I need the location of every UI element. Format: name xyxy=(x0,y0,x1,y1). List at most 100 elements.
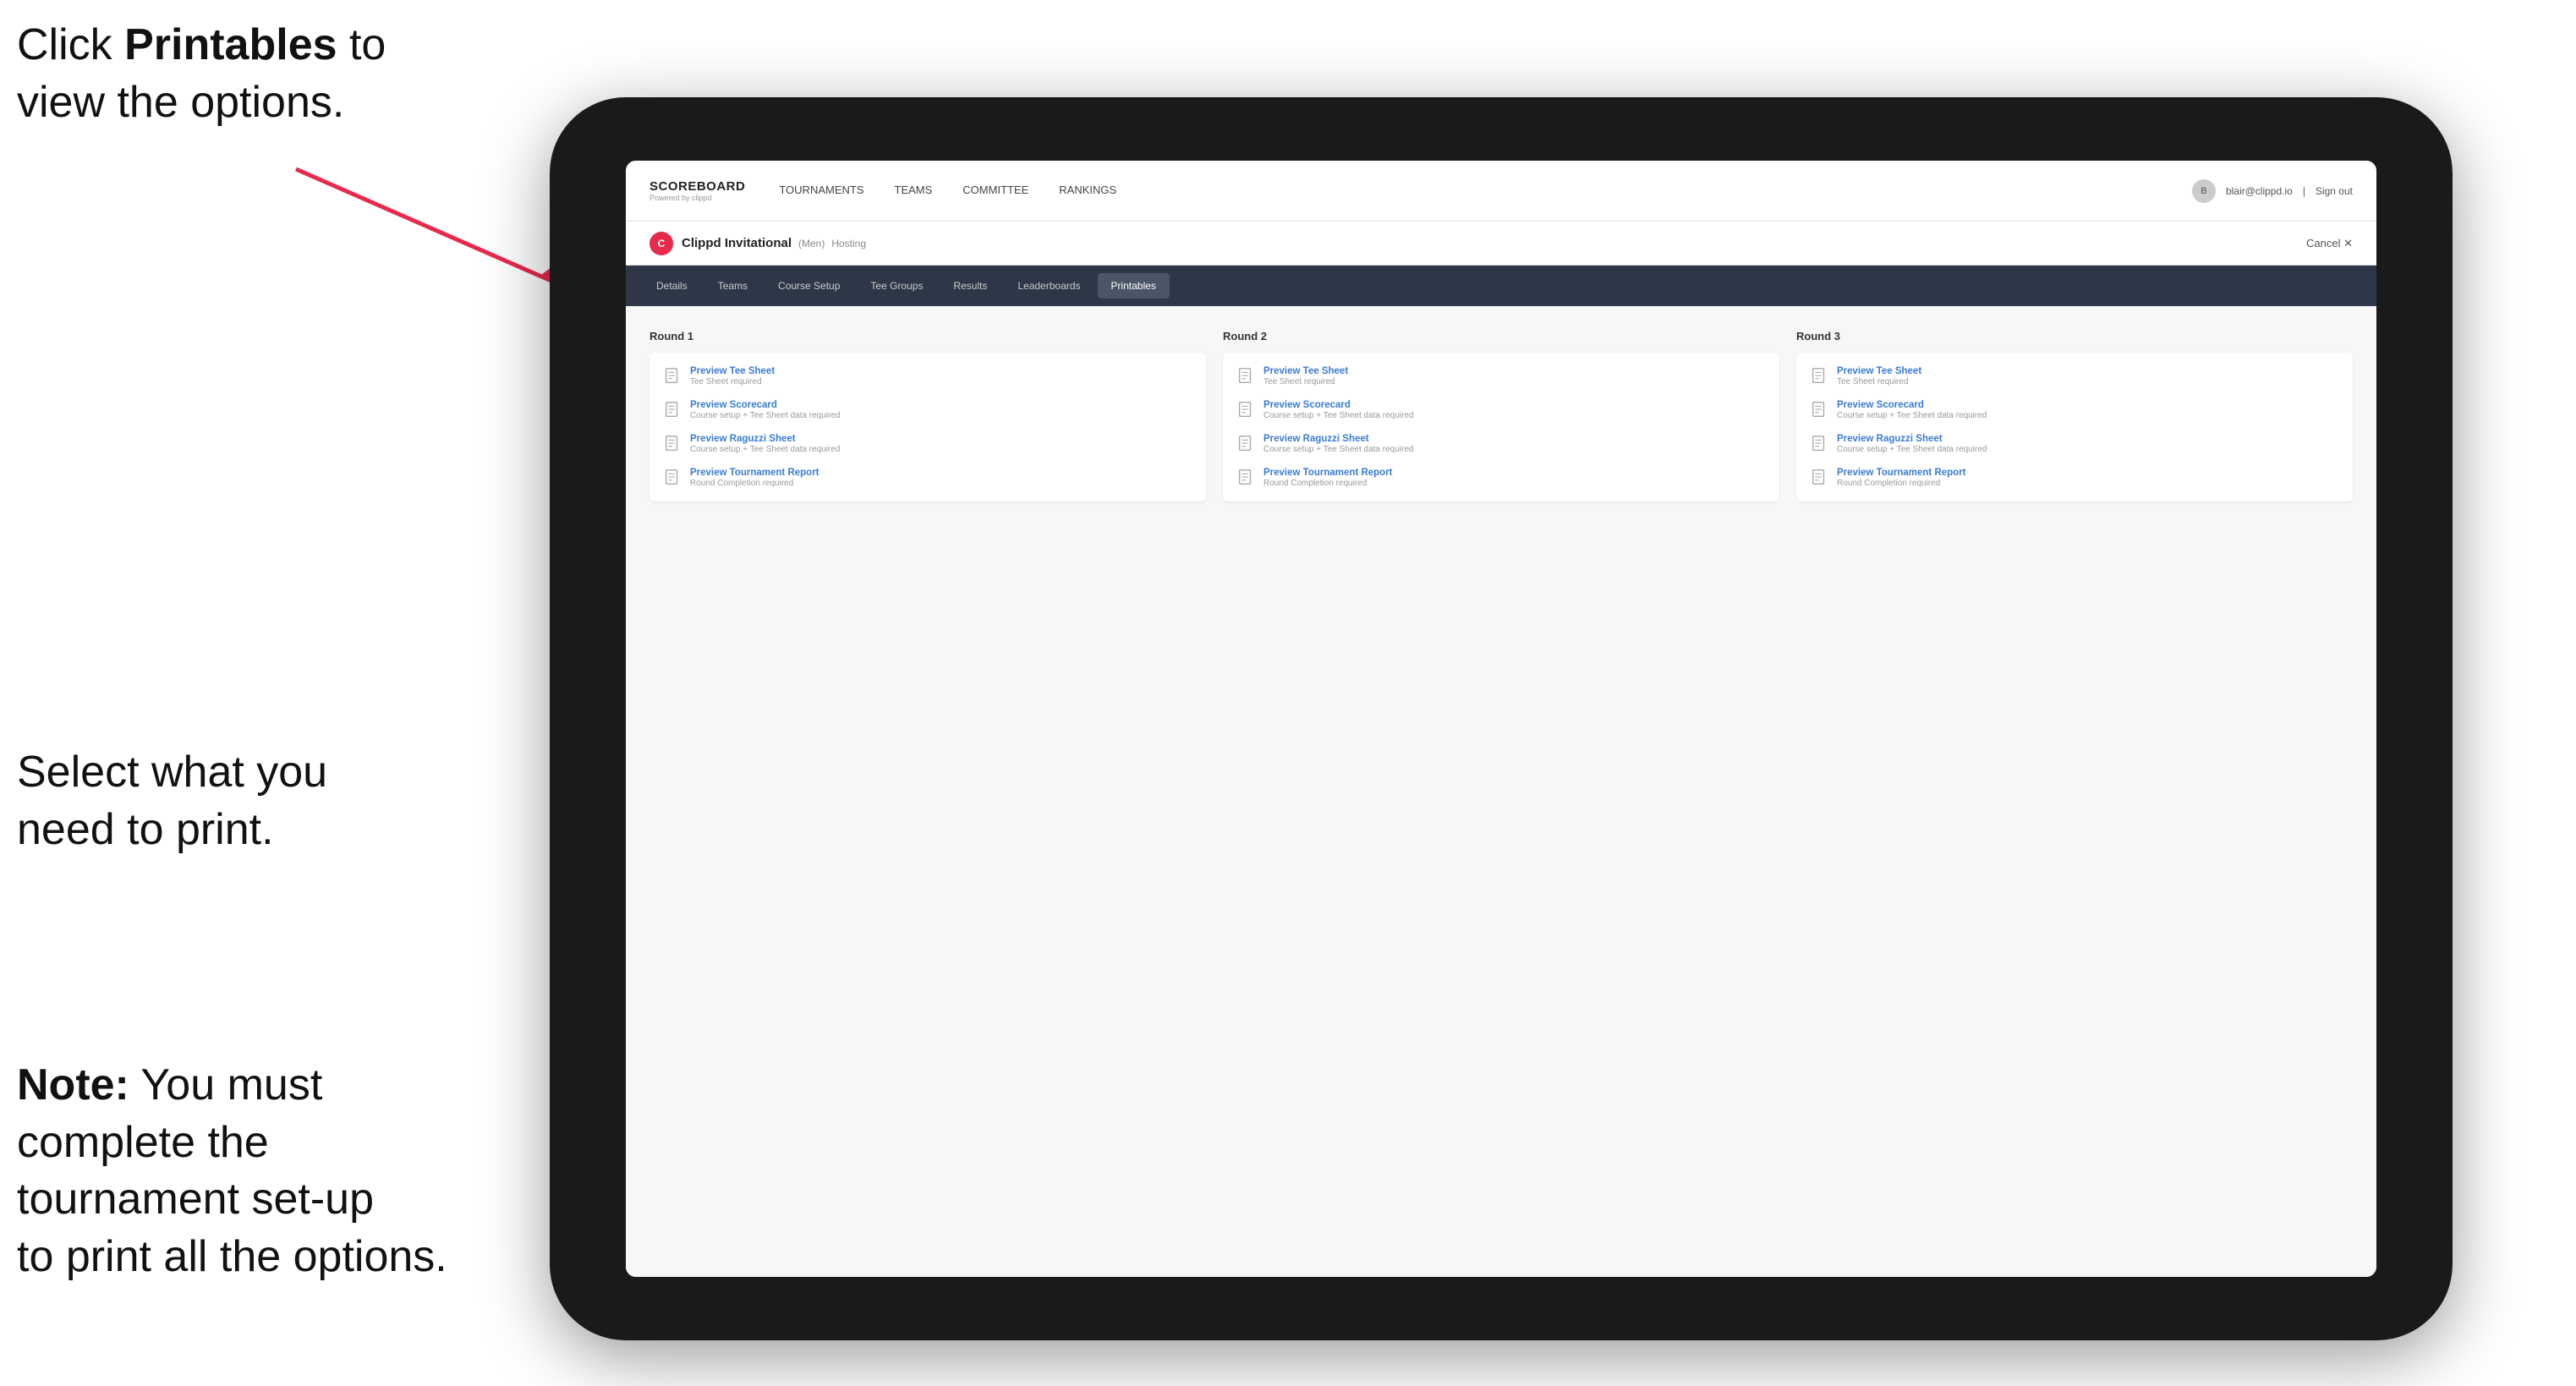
round2-tee-sheet[interactable]: Preview Tee Sheet Tee Sheet required xyxy=(1236,366,1766,386)
top-nav: SCOREBOARD Powered by clippd TOURNAMENTS… xyxy=(626,161,2376,222)
round1-scorecard-title: Preview Scorecard xyxy=(690,400,840,410)
nav-committee[interactable]: COMMITTEE xyxy=(962,184,1028,198)
tab-printables[interactable]: Printables xyxy=(1098,273,1170,299)
tablet-shell: SCOREBOARD Powered by clippd TOURNAMENTS… xyxy=(550,97,2453,1340)
round3-tee-sheet[interactable]: Preview Tee Sheet Tee Sheet required xyxy=(1810,366,2339,386)
tab-details[interactable]: Details xyxy=(643,273,701,299)
round3-raguzzi[interactable]: Preview Raguzzi Sheet Course setup + Tee… xyxy=(1810,434,2339,454)
round2-tournament-report[interactable]: Preview Tournament Report Round Completi… xyxy=(1236,468,1766,488)
round2-raguzzi[interactable]: Preview Raguzzi Sheet Course setup + Tee… xyxy=(1236,434,1766,454)
round2-scorecard-subtitle: Course setup + Tee Sheet data required xyxy=(1263,411,1413,420)
round1-scorecard-text: Preview Scorecard Course setup + Tee She… xyxy=(690,400,840,420)
tab-results[interactable]: Results xyxy=(940,273,1000,299)
sign-out-separator: | xyxy=(2303,185,2305,197)
r3-raguzzi-icon xyxy=(1810,435,1828,453)
tournament-report-icon xyxy=(663,468,682,487)
round-3-title: Round 3 xyxy=(1796,330,2353,342)
r2-tournament-report-icon xyxy=(1236,468,1255,487)
round-2-card: Preview Tee Sheet Tee Sheet required xyxy=(1223,353,1779,501)
logo-text: SCOREBOARD xyxy=(649,179,745,194)
round-3-section: Round 3 Preview Tee Sheet Tee xyxy=(1796,330,2353,501)
sign-out-link[interactable]: Sign out xyxy=(2316,185,2353,197)
round1-tee-sheet[interactable]: Preview Tee Sheet Tee Sheet required xyxy=(663,366,1192,386)
nav-teams[interactable]: TEAMS xyxy=(895,184,933,198)
user-avatar: B xyxy=(2192,179,2216,203)
tournament-logo-icon: C xyxy=(649,232,673,255)
round1-tournament-report-subtitle: Round Completion required xyxy=(690,479,819,488)
r2-tee-sheet-icon xyxy=(1236,367,1255,386)
round3-tournament-report[interactable]: Preview Tournament Report Round Completi… xyxy=(1810,468,2339,488)
round3-tee-sheet-title: Preview Tee Sheet xyxy=(1837,366,1921,376)
tournament-gender: (Men) xyxy=(798,238,825,249)
r2-raguzzi-icon xyxy=(1236,435,1255,453)
round1-raguzzi-text: Preview Raguzzi Sheet Course setup + Tee… xyxy=(690,434,840,454)
round2-tournament-report-text: Preview Tournament Report Round Completi… xyxy=(1263,468,1393,488)
round2-tournament-report-title: Preview Tournament Report xyxy=(1263,468,1393,478)
round3-raguzzi-text: Preview Raguzzi Sheet Course setup + Tee… xyxy=(1837,434,1987,454)
round-2-title: Round 2 xyxy=(1223,330,1779,342)
round1-tee-sheet-subtitle: Tee Sheet required xyxy=(690,377,775,386)
round2-tee-sheet-text: Preview Tee Sheet Tee Sheet required xyxy=(1263,366,1348,386)
round1-scorecard[interactable]: Preview Scorecard Course setup + Tee She… xyxy=(663,400,1192,420)
powered-by-text: Powered by clippd xyxy=(649,194,745,202)
instruction-bold: Printables xyxy=(124,20,337,69)
top-nav-right: B blair@clippd.io | Sign out xyxy=(2192,179,2353,203)
round1-raguzzi-subtitle: Course setup + Tee Sheet data required xyxy=(690,445,840,454)
cancel-button[interactable]: Cancel ✕ xyxy=(2306,237,2353,250)
round2-raguzzi-subtitle: Course setup + Tee Sheet data required xyxy=(1263,445,1413,454)
round3-scorecard-title: Preview Scorecard xyxy=(1837,400,1987,410)
round3-tournament-report-title: Preview Tournament Report xyxy=(1837,468,1966,478)
round2-scorecard[interactable]: Preview Scorecard Course setup + Tee She… xyxy=(1236,400,1766,420)
round3-scorecard-text: Preview Scorecard Course setup + Tee She… xyxy=(1837,400,1987,420)
round2-raguzzi-title: Preview Raguzzi Sheet xyxy=(1263,434,1413,444)
round-1-card: Preview Tee Sheet Tee Sheet required xyxy=(649,353,1206,501)
r3-tee-sheet-icon xyxy=(1810,367,1828,386)
tab-tee-groups[interactable]: Tee Groups xyxy=(857,273,936,299)
round1-tee-sheet-text: Preview Tee Sheet Tee Sheet required xyxy=(690,366,775,386)
round3-tournament-report-subtitle: Round Completion required xyxy=(1837,479,1966,488)
nav-tournaments[interactable]: TOURNAMENTS xyxy=(779,184,863,198)
instruction-middle: Select what youneed to print. xyxy=(17,744,327,858)
round3-tournament-report-text: Preview Tournament Report Round Completi… xyxy=(1837,468,1966,488)
round1-raguzzi[interactable]: Preview Raguzzi Sheet Course setup + Tee… xyxy=(663,434,1192,454)
round1-tournament-report-text: Preview Tournament Report Round Completi… xyxy=(690,468,819,488)
round3-raguzzi-title: Preview Raguzzi Sheet xyxy=(1837,434,1987,444)
instruction-top: Click Printables toview the options. xyxy=(17,17,386,131)
main-content: Round 1 Preview Tee Sheet Tee xyxy=(626,306,2376,1277)
user-email: blair@clippd.io xyxy=(2226,185,2293,197)
tab-course-setup[interactable]: Course Setup xyxy=(765,273,853,299)
round2-tee-sheet-subtitle: Tee Sheet required xyxy=(1263,377,1348,386)
round3-scorecard-subtitle: Course setup + Tee Sheet data required xyxy=(1837,411,1987,420)
round1-tournament-report-title: Preview Tournament Report xyxy=(690,468,819,478)
round-3-card: Preview Tee Sheet Tee Sheet required xyxy=(1796,353,2353,501)
tournament-name: Clippd Invitational xyxy=(682,236,792,250)
round1-tee-sheet-title: Preview Tee Sheet xyxy=(690,366,775,376)
round1-raguzzi-title: Preview Raguzzi Sheet xyxy=(690,434,840,444)
tournament-status: Hosting xyxy=(831,238,866,249)
round2-scorecard-text: Preview Scorecard Course setup + Tee She… xyxy=(1263,400,1413,420)
logo-letter: C xyxy=(658,238,666,249)
raguzzi-icon xyxy=(663,435,682,453)
round-1-section: Round 1 Preview Tee Sheet Tee xyxy=(649,330,1206,501)
round1-scorecard-subtitle: Course setup + Tee Sheet data required xyxy=(690,411,840,420)
round3-tee-sheet-text: Preview Tee Sheet Tee Sheet required xyxy=(1837,366,1921,386)
round3-scorecard[interactable]: Preview Scorecard Course setup + Tee She… xyxy=(1810,400,2339,420)
instruction-note-bold: Note: xyxy=(17,1060,129,1109)
rounds-grid: Round 1 Preview Tee Sheet Tee xyxy=(649,330,2353,501)
top-nav-links: TOURNAMENTS TEAMS COMMITTEE RANKINGS xyxy=(779,184,2192,198)
tab-bar: Details Teams Course Setup Tee Groups Re… xyxy=(626,266,2376,306)
round1-tournament-report[interactable]: Preview Tournament Report Round Completi… xyxy=(663,468,1192,488)
scorecard-icon xyxy=(663,401,682,419)
tournament-header: C Clippd Invitational (Men) Hosting Canc… xyxy=(626,222,2376,266)
tee-sheet-icon xyxy=(663,367,682,386)
tab-teams[interactable]: Teams xyxy=(704,273,761,299)
r3-tournament-report-icon xyxy=(1810,468,1828,487)
nav-rankings[interactable]: RANKINGS xyxy=(1059,184,1116,198)
round3-raguzzi-subtitle: Course setup + Tee Sheet data required xyxy=(1837,445,1987,454)
tab-leaderboards[interactable]: Leaderboards xyxy=(1004,273,1093,299)
r2-scorecard-icon xyxy=(1236,401,1255,419)
instruction-bottom: Note: You mustcomplete thetournament set… xyxy=(17,1057,447,1285)
tablet-screen: SCOREBOARD Powered by clippd TOURNAMENTS… xyxy=(626,161,2376,1277)
round-2-section: Round 2 Preview Tee Sheet Tee xyxy=(1223,330,1779,501)
scoreboard-logo: SCOREBOARD Powered by clippd xyxy=(649,179,745,202)
